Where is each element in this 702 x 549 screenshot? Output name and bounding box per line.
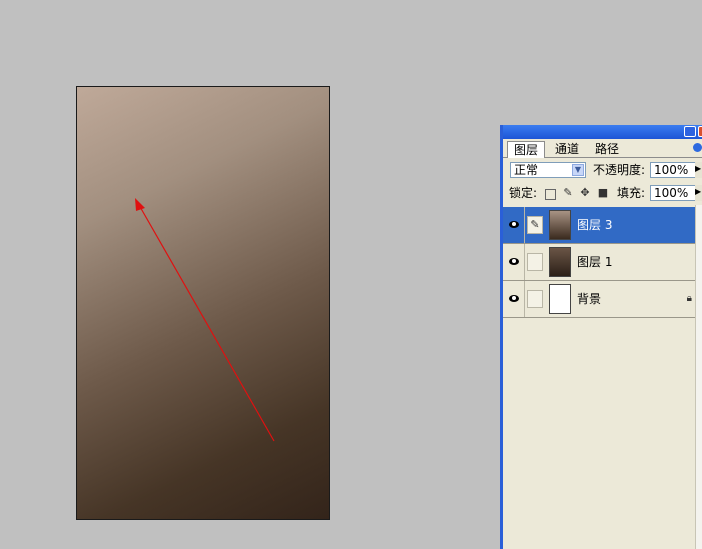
lock-fill-row: 锁定: ✎ ✥ ■ 填充: 100% ▶ [503, 182, 702, 204]
tab-layers[interactable]: 图层 [507, 141, 546, 158]
blend-opacity-row: 正常 ▼ 不透明度: 100% ▶ [503, 159, 702, 181]
opacity-label: 不透明度: [593, 163, 646, 177]
layer-thumbnail [549, 284, 571, 314]
move-lock-icon[interactable]: ✥ [579, 187, 591, 199]
chevron-down-icon[interactable]: ▼ [572, 164, 584, 176]
blend-mode-value: 正常 [514, 163, 539, 177]
lock-icon: 🔒︎ [686, 293, 692, 304]
layer-row[interactable]: 图层 1 [503, 244, 696, 281]
visibility-toggle[interactable] [503, 207, 525, 243]
tab-paths[interactable]: 路径 [589, 141, 625, 157]
layer-name[interactable]: 图层 3 [577, 218, 612, 232]
padlock-icon[interactable]: ■ [597, 187, 609, 199]
visibility-toggle[interactable] [503, 281, 525, 317]
blend-mode-select[interactable]: 正常 ▼ [510, 162, 586, 178]
gradient-drag-arrow [135, 198, 275, 442]
fill-label: 填充: [617, 186, 646, 200]
transparency-lock-icon[interactable] [545, 189, 556, 200]
eye-icon [509, 221, 519, 228]
fill-value: 100% [654, 186, 689, 200]
minimize-icon[interactable] [684, 126, 696, 137]
layer-name[interactable]: 背景 [577, 292, 601, 306]
layers-panel: 图层 通道 路径 正常 ▼ 不透明度: 100% ▶ 锁定: ✎ ✥ ■ 填充:… [500, 125, 702, 549]
visibility-toggle[interactable] [503, 244, 525, 280]
opacity-value: 100% [654, 163, 689, 177]
panel-menu-icon[interactable] [693, 143, 702, 152]
paintbrush-icon[interactable]: ✎ [527, 216, 543, 234]
panel-tabs: 图层 通道 路径 [503, 139, 702, 158]
opacity-field[interactable]: 100% ▶ [650, 162, 702, 178]
layer-thumbnail [549, 247, 571, 277]
eye-icon [509, 258, 519, 265]
layers-scrollbar[interactable] [695, 205, 702, 549]
layer-name[interactable]: 图层 1 [577, 255, 612, 269]
fill-slider-arrow-icon[interactable]: ▶ [695, 185, 702, 201]
tab-channels[interactable]: 通道 [549, 141, 585, 157]
close-icon[interactable] [698, 126, 702, 137]
layer-row[interactable]: ✎ 图层 3 [503, 207, 696, 244]
lock-label: 锁定: [509, 186, 538, 200]
layers-list: ✎ 图层 3 图层 1 背景 🔒︎ [503, 205, 696, 549]
document-canvas[interactable] [76, 86, 330, 520]
eye-icon [509, 295, 519, 302]
brush-lock-icon[interactable]: ✎ [562, 187, 574, 199]
opacity-slider-arrow-icon[interactable]: ▶ [695, 162, 702, 178]
layer-row[interactable]: 背景 🔒︎ [503, 281, 696, 318]
link-cell[interactable] [527, 253, 543, 271]
link-cell[interactable] [527, 290, 543, 308]
layer-thumbnail [549, 210, 571, 240]
fill-field[interactable]: 100% ▶ [650, 185, 702, 201]
panel-title-bar[interactable] [503, 125, 702, 139]
